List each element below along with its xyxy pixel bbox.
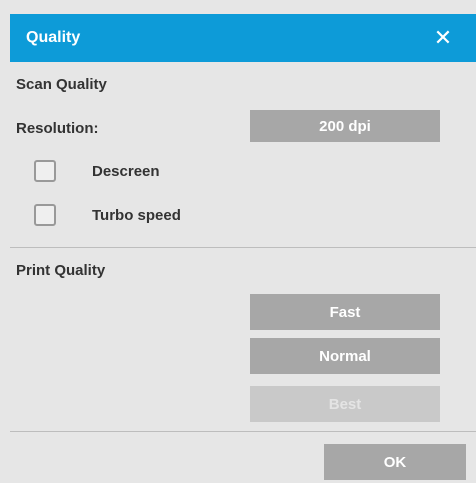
- dialog-title: Quality: [26, 29, 81, 46]
- scan-quality-heading: Scan Quality: [16, 76, 107, 93]
- normal-button[interactable]: Normal: [250, 338, 440, 374]
- turbo-speed-checkbox[interactable]: [34, 204, 56, 226]
- dialog-titlebar: Quality ✕: [10, 14, 476, 62]
- section-divider: [10, 247, 476, 248]
- ok-button[interactable]: OK: [324, 444, 466, 480]
- quality-dialog: Quality ✕ Scan Quality Resolution: 200 d…: [0, 0, 476, 483]
- fast-button[interactable]: Fast: [250, 294, 440, 330]
- footer-divider: [10, 431, 476, 432]
- print-quality-heading: Print Quality: [16, 262, 106, 279]
- resolution-label: Resolution:: [16, 120, 99, 137]
- turbo-speed-label: Turbo speed: [92, 207, 181, 224]
- descreen-label: Descreen: [92, 163, 160, 180]
- resolution-button[interactable]: 200 dpi: [250, 110, 440, 142]
- best-button: Best: [250, 386, 440, 422]
- descreen-checkbox[interactable]: [34, 160, 56, 182]
- close-icon[interactable]: ✕: [428, 23, 458, 53]
